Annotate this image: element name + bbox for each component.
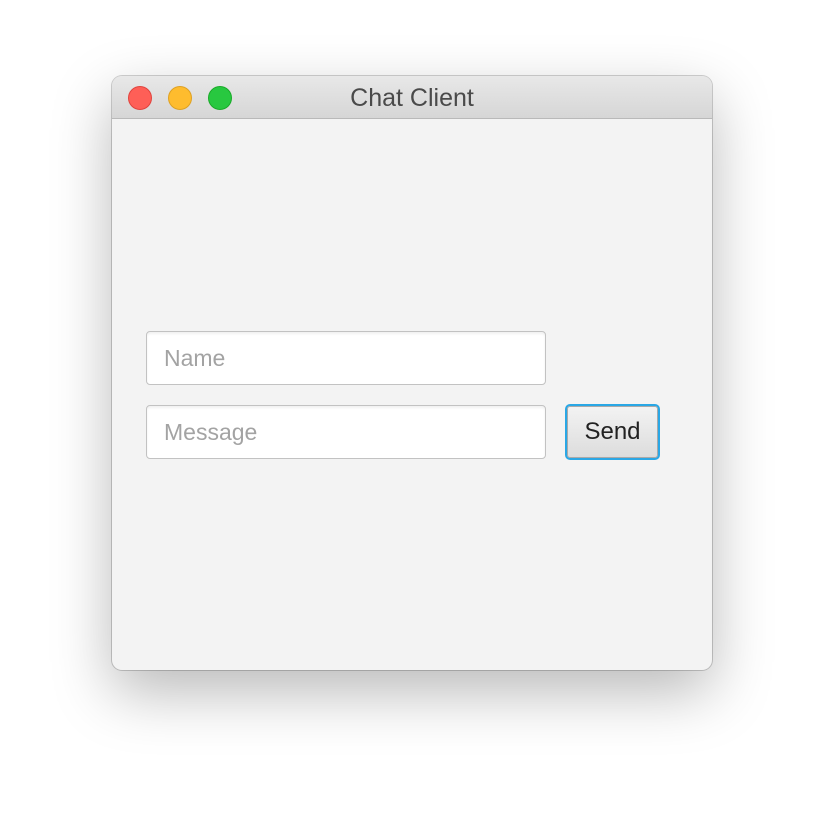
- title-bar[interactable]: Chat Client: [112, 76, 712, 119]
- window-title: Chat Client: [350, 84, 474, 112]
- message-input[interactable]: [146, 405, 546, 459]
- send-button[interactable]: Send: [565, 404, 660, 460]
- name-input[interactable]: [146, 331, 546, 385]
- chat-client-window: Chat Client Send: [112, 76, 712, 670]
